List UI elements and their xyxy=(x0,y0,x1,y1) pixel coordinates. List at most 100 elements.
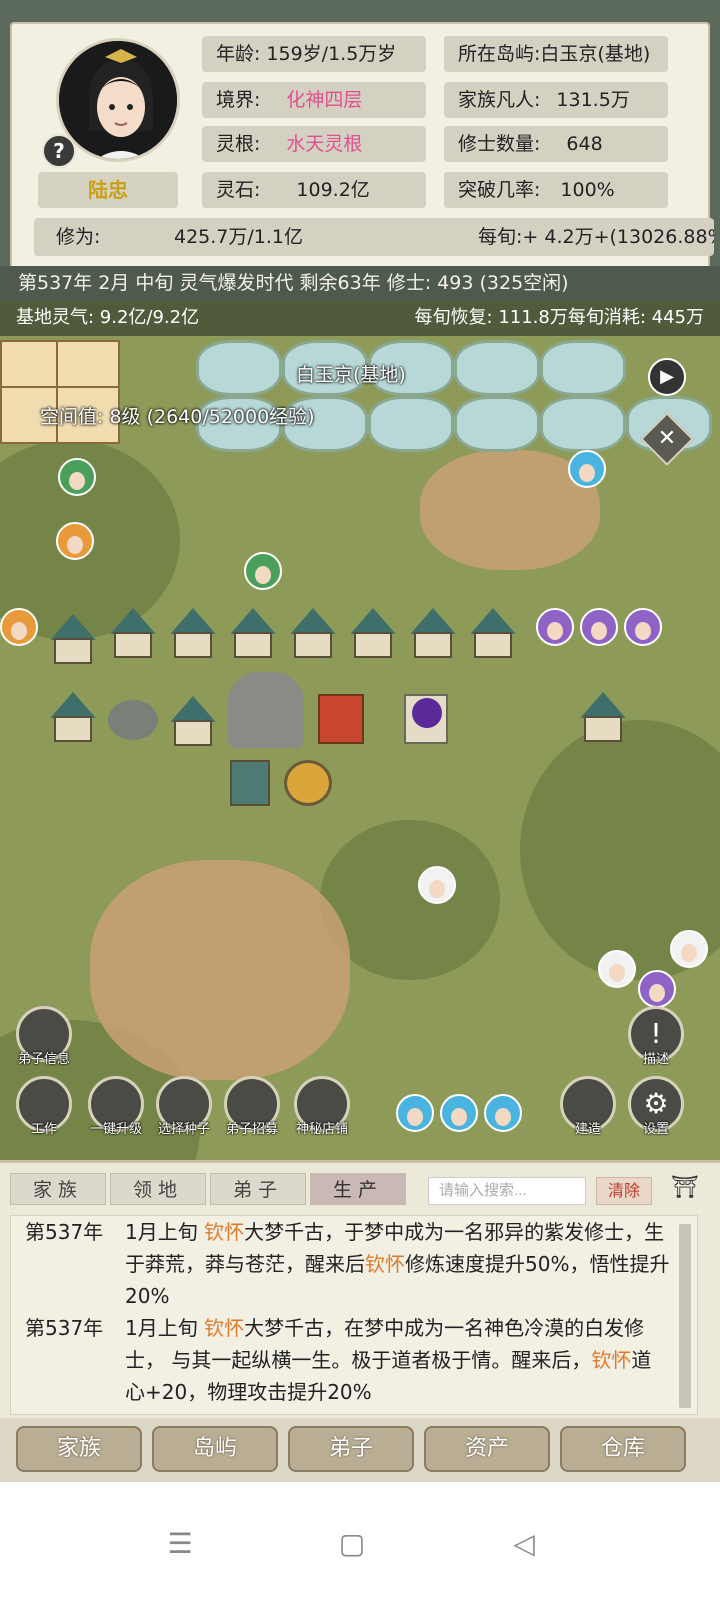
stone-value: 109.2亿 xyxy=(296,179,370,201)
island-label: 所在岛屿: xyxy=(458,43,541,65)
spirit-pond[interactable] xyxy=(196,340,282,396)
nav-warehouse[interactable]: 仓库 xyxy=(560,1426,686,1472)
spirit-pond[interactable] xyxy=(454,396,540,452)
play-icon[interactable]: ▶ xyxy=(648,358,686,396)
stone-label: 灵石: xyxy=(216,179,261,201)
building-house[interactable] xyxy=(46,692,100,744)
cultivators-label: 修士数量: xyxy=(458,133,541,155)
log-scrollbar[interactable] xyxy=(679,1224,691,1408)
scroll-expand-icon[interactable]: ⛩ xyxy=(662,1173,708,1205)
breakthrough-label: 突破几率: xyxy=(458,179,541,201)
disciple-avatar[interactable] xyxy=(396,1094,434,1132)
search-input[interactable]: 请输入搜索... xyxy=(428,1177,586,1205)
building-house[interactable] xyxy=(46,614,100,666)
building-house[interactable] xyxy=(286,608,340,660)
building-house[interactable] xyxy=(226,608,280,660)
cultivation-bar: 修为: 425.7万/1.1亿 每旬:+ 4.2万+(13026.88% xyxy=(34,218,714,256)
disciple-name[interactable]: 钦怀 xyxy=(591,1348,631,1372)
cultivation-value: 425.7万/1.1亿 xyxy=(174,226,304,248)
territory-map[interactable]: 基地灵气: 9.2亿/9.2亿 每旬恢复: 111.8万每旬消耗: 445万 白… xyxy=(0,300,720,1198)
dirt-patch xyxy=(90,860,350,1080)
disciple-avatar[interactable] xyxy=(568,450,606,488)
disciple-avatar[interactable] xyxy=(670,930,708,968)
back-icon[interactable]: ◁ xyxy=(506,1526,542,1562)
disciple-name[interactable]: 钦怀 xyxy=(365,1252,405,1276)
log-text: 1月上旬 钦怀大梦千古，于梦中成为一名邪异的紫发修士，生于莽荒，莽与苍茫，醒来后… xyxy=(125,1220,670,1308)
disciple-avatar[interactable] xyxy=(244,552,282,590)
per-xun-rate: 每旬:+ 4.2万+(13026.88% xyxy=(478,218,714,256)
spirit-pond[interactable] xyxy=(540,340,626,396)
mortals-label: 家族凡人: xyxy=(458,89,541,111)
rock-mountain[interactable] xyxy=(228,672,304,748)
tab-territory[interactable]: 领地 xyxy=(110,1173,206,1205)
realm-stat: 境界: 化神四层 xyxy=(202,82,426,118)
disciple-avatar[interactable] xyxy=(536,608,574,646)
work-label: 工作 xyxy=(30,1122,57,1137)
disciple-avatar[interactable] xyxy=(484,1094,522,1132)
age-label: 年龄: xyxy=(216,43,261,65)
crystal-altar[interactable] xyxy=(404,694,448,744)
log-entry: 第537年 1月上旬 钦怀大梦千古，在梦中成为一名神色冷漠的白发修士， 与其一起… xyxy=(11,1312,697,1408)
realm-label: 境界: xyxy=(216,89,261,111)
cultivation-label: 修为: xyxy=(56,226,101,248)
building-house[interactable] xyxy=(166,696,220,748)
nav-disciples[interactable]: 弟子 xyxy=(288,1426,414,1472)
map-resource-bar: 基地灵气: 9.2亿/9.2亿 每旬恢复: 111.8万每旬消耗: 445万 xyxy=(0,300,720,336)
age-value: 159岁/1.5万岁 xyxy=(266,43,397,65)
clear-button[interactable]: 清除 xyxy=(596,1177,652,1205)
red-pavilion[interactable] xyxy=(318,694,364,744)
building-house[interactable] xyxy=(406,608,460,660)
character-name[interactable]: 陆忠 xyxy=(38,172,178,208)
mortals-stat: 家族凡人: 131.5万 xyxy=(444,82,668,118)
event-log[interactable]: 第537年 1月上旬 钦怀大梦千古，于梦中成为一名邪异的紫发修士，生于莽荒，莽与… xyxy=(10,1215,698,1415)
system-nav-bar: ☰ ▢ ◁ xyxy=(0,1482,720,1612)
qi-recovery: 每旬恢复: 111.8万每旬消耗: 445万 xyxy=(414,307,704,328)
menu-icon[interactable]: ☰ xyxy=(162,1526,198,1562)
nav-assets[interactable]: 资产 xyxy=(424,1426,550,1472)
disciple-avatar[interactable] xyxy=(598,950,636,988)
disciple-avatar[interactable] xyxy=(418,866,456,904)
per-xun-label: 每旬: xyxy=(478,226,523,248)
bottom-nav: 家族 岛屿 弟子 资产 仓库 xyxy=(0,1418,720,1482)
spirit-pond[interactable] xyxy=(540,396,626,452)
mortals-value: 131.5万 xyxy=(556,89,630,111)
breakthrough-stat: 突破几率: 100% xyxy=(444,172,668,208)
disciple-avatar[interactable] xyxy=(580,608,618,646)
building-house[interactable] xyxy=(106,608,160,660)
log-entry: 第537年 1月上旬 钦怀大梦千古，于梦中成为一名邪异的紫发修士，生于莽荒，莽与… xyxy=(11,1216,697,1312)
root-label: 灵根: xyxy=(216,133,261,155)
disciple-avatar[interactable] xyxy=(58,458,96,496)
building-house[interactable] xyxy=(166,608,220,660)
disciple-avatar[interactable] xyxy=(638,970,676,1008)
disciple-name[interactable]: 钦怀 xyxy=(204,1220,244,1244)
disciple-avatar[interactable] xyxy=(0,608,38,646)
recruit-label: 弟子招募 xyxy=(225,1122,278,1137)
cultivators-value: 648 xyxy=(566,133,603,155)
disciple-avatar[interactable] xyxy=(624,608,662,646)
building-house[interactable] xyxy=(576,692,630,744)
stone-stat: 灵石: 109.2亿 xyxy=(202,172,426,208)
nav-family[interactable]: 家族 xyxy=(16,1426,142,1472)
spirit-pond[interactable] xyxy=(368,396,454,452)
log-year: 第537年 xyxy=(25,1220,104,1244)
disciple-avatar[interactable] xyxy=(56,522,94,560)
tab-disciples[interactable]: 弟子 xyxy=(210,1173,306,1205)
spirit-pond[interactable] xyxy=(454,340,540,396)
tab-production[interactable]: 生产 xyxy=(310,1173,406,1205)
space-value: 空间值: 8级 (2640/52000经验) xyxy=(40,406,315,428)
root-stat: 灵根: 水天灵根 xyxy=(202,126,426,162)
home-icon[interactable]: ▢ xyxy=(334,1526,370,1562)
mystery-shop-label: 神秘店铺 xyxy=(295,1122,348,1137)
disciple-name[interactable]: 钦怀 xyxy=(204,1316,244,1340)
disciple-avatar[interactable] xyxy=(440,1094,478,1132)
tab-family[interactable]: 家族 xyxy=(10,1173,106,1205)
building-house[interactable] xyxy=(346,608,400,660)
shrine[interactable] xyxy=(230,760,270,806)
building-house[interactable] xyxy=(466,608,520,660)
golden-cauldron[interactable] xyxy=(284,760,332,806)
log-text: 1月上旬 钦怀大梦千古，在梦中成为一名神色冷漠的白发修士， 与其一起纵横一生。极… xyxy=(125,1316,652,1404)
age-stat: 年龄: 159岁/1.5万岁 xyxy=(202,36,426,72)
nav-islands[interactable]: 岛屿 xyxy=(152,1426,278,1472)
help-icon[interactable]: ? xyxy=(42,134,76,168)
stone-brazier[interactable] xyxy=(108,700,158,740)
